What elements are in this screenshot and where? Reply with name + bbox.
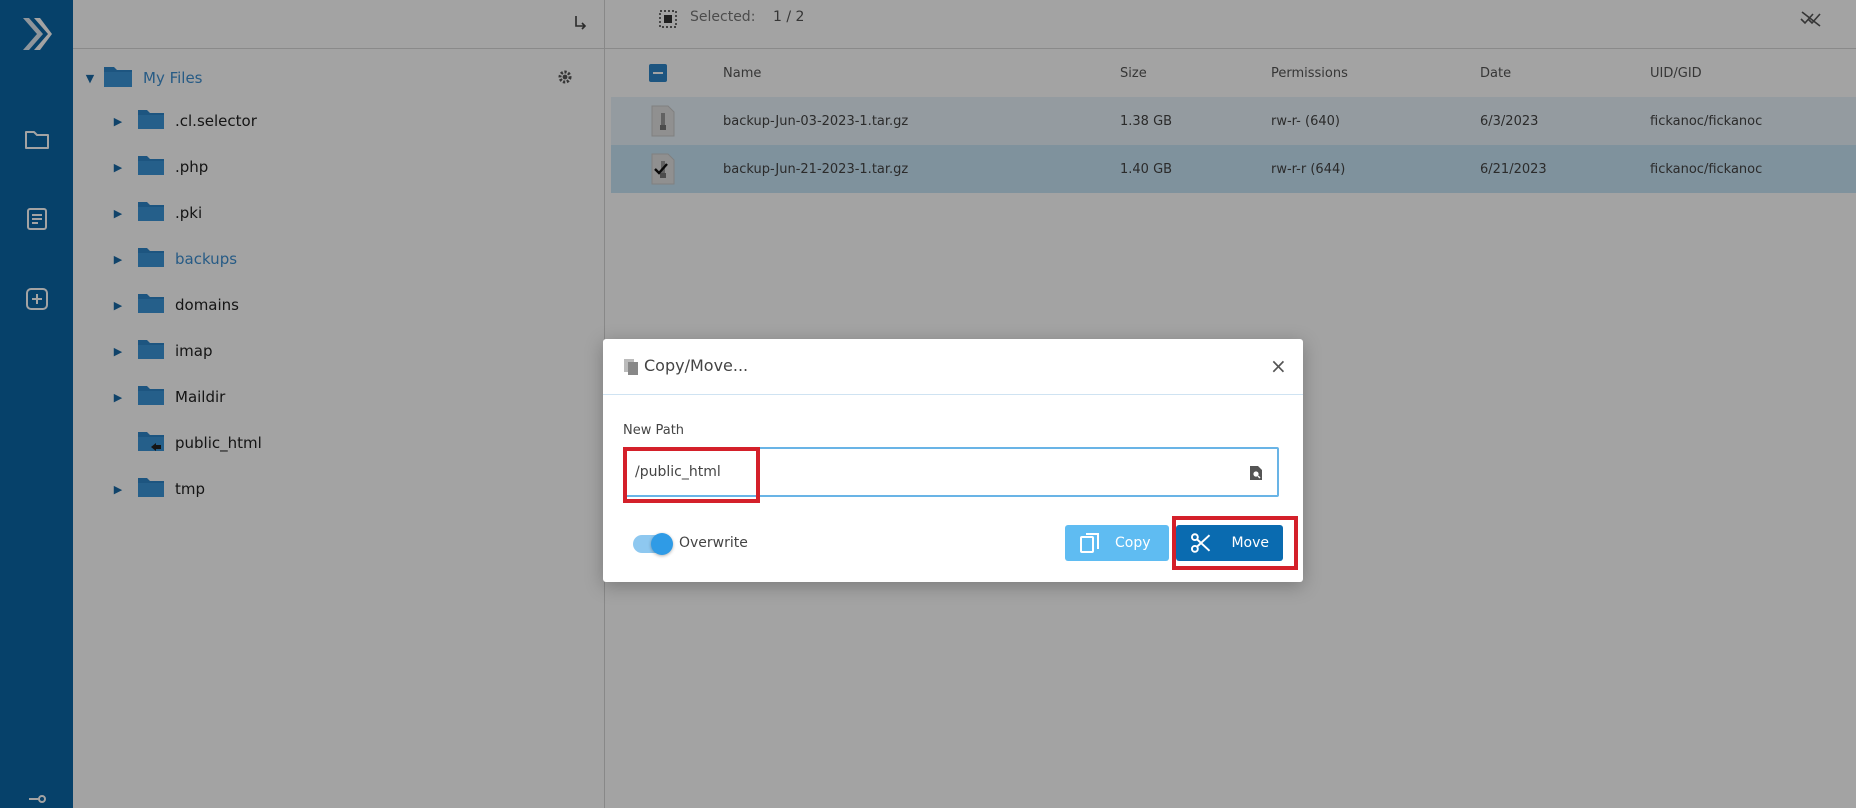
copy-button-label: Copy <box>1115 535 1151 551</box>
overwrite-label: Overwrite <box>679 535 748 551</box>
browse-folder-icon[interactable] <box>1249 465 1263 485</box>
highlight-move-button <box>1172 516 1298 570</box>
copy-file-icon <box>623 358 639 380</box>
dialog-title: Copy/Move... <box>644 356 749 375</box>
toggle-knob <box>651 533 673 555</box>
highlight-path-input <box>623 447 760 503</box>
copy-icon <box>1080 533 1099 553</box>
copy-move-dialog: Copy/Move... × New Path Overwrite Copy M… <box>603 339 1303 582</box>
close-icon[interactable]: × <box>1270 354 1287 378</box>
new-path-label: New Path <box>623 423 685 438</box>
copy-button[interactable]: Copy <box>1065 525 1169 561</box>
overwrite-toggle[interactable] <box>633 533 673 555</box>
dialog-header: Copy/Move... × <box>603 339 1303 395</box>
